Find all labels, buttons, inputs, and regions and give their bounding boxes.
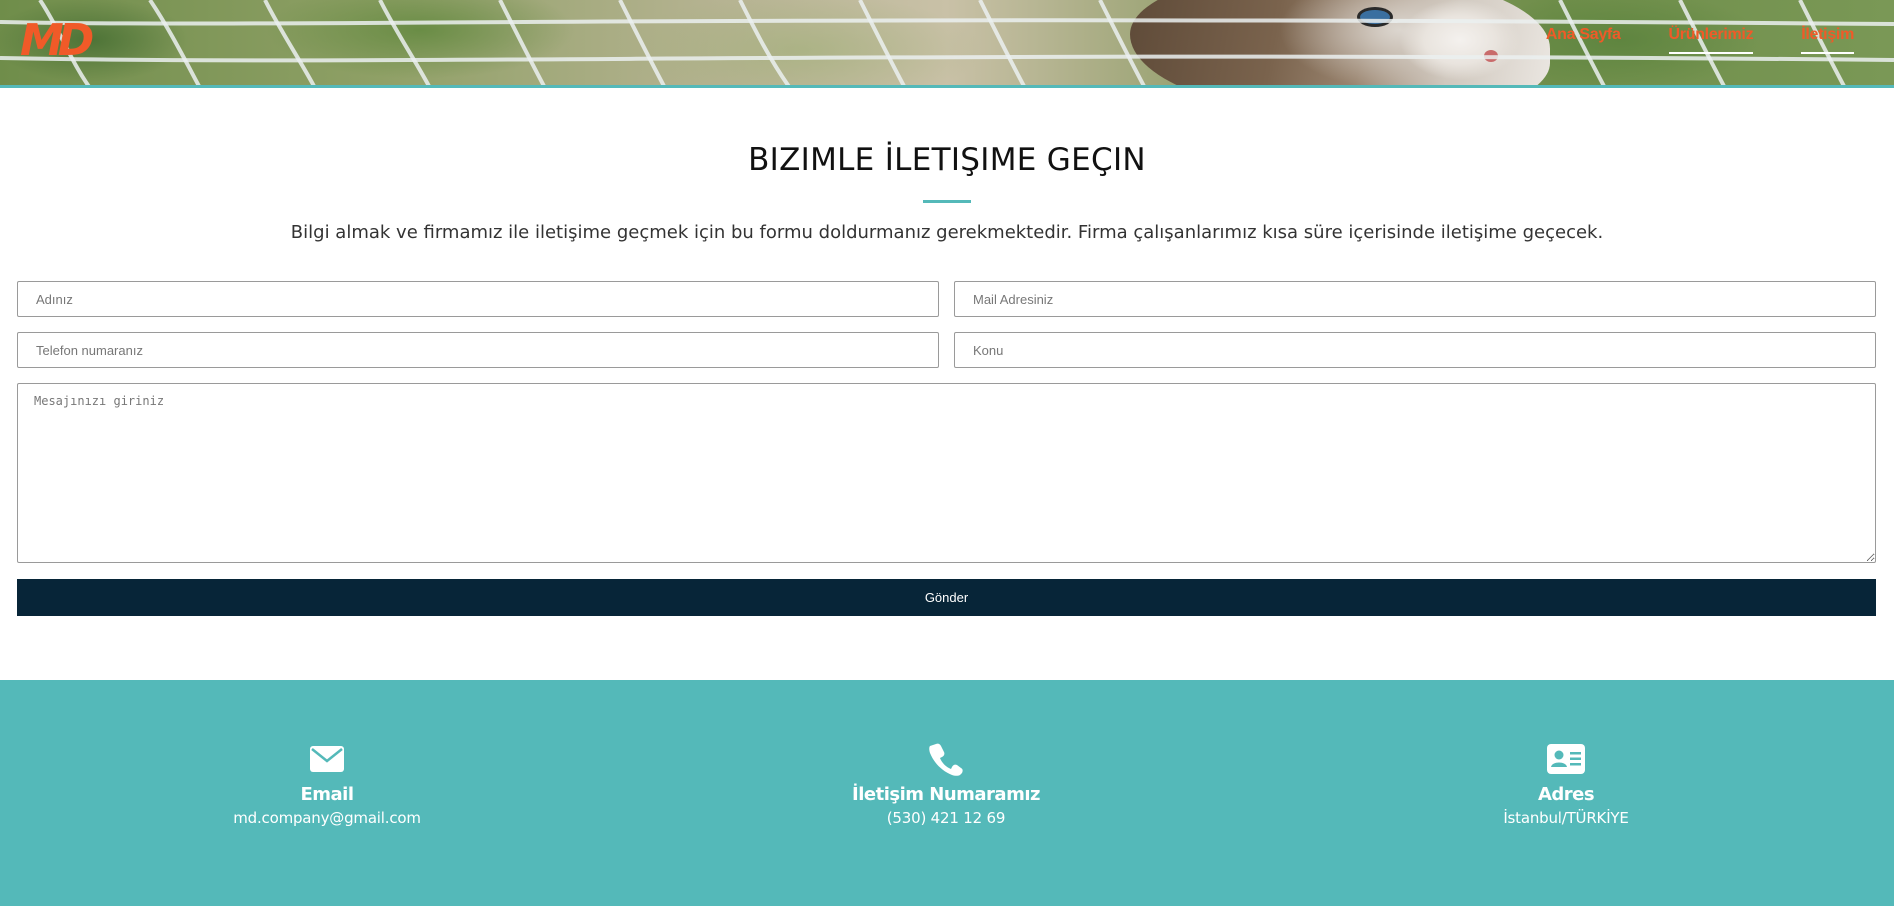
phone-icon — [929, 743, 963, 776]
nav-link-home[interactable]: Ana Sayfa — [1546, 26, 1621, 54]
main-nav: Ana Sayfa Ürünlerimiz İletişim — [1546, 26, 1854, 54]
message-textarea[interactable] — [17, 383, 1876, 563]
phone-title: İletişim Numaramız — [852, 784, 1040, 805]
address-card-icon — [1547, 744, 1585, 774]
md-logo[interactable]: MD — [20, 18, 94, 64]
email-info: Email md.company@gmail.com — [127, 742, 527, 827]
heading-divider — [923, 200, 971, 203]
email-title: Email — [300, 784, 354, 805]
address-info: Adres İstanbul/TÜRKİYE — [1366, 742, 1766, 827]
phone-input[interactable] — [17, 332, 939, 368]
contact-info-section: Email md.company@gmail.com İletişim Numa… — [0, 680, 1894, 906]
phone-info: İletişim Numaramız (530) 421 12 69 — [746, 742, 1146, 827]
envelope-icon — [310, 746, 344, 772]
address-value: İstanbul/TÜRKİYE — [1503, 809, 1629, 827]
mail-input[interactable] — [954, 281, 1876, 317]
contact-intro: Bilgi almak ve firmamız ile iletişime ge… — [290, 222, 1604, 243]
email-value[interactable]: md.company@gmail.com — [127, 809, 527, 827]
header-banner: MD Ana Sayfa Ürünlerimiz İletişim — [0, 0, 1894, 88]
phone-value[interactable]: (530) 421 12 69 — [746, 809, 1146, 827]
contact-heading: BIZIMLE İLETIŞIME GEÇIN — [748, 142, 1146, 178]
address-title: Adres — [1537, 784, 1595, 805]
nav-link-contact[interactable]: İletişim — [1801, 26, 1854, 54]
submit-button[interactable]: Gönder — [17, 579, 1876, 616]
nav-link-products[interactable]: Ürünlerimiz — [1668, 26, 1754, 54]
name-input[interactable] — [17, 281, 939, 317]
subject-input[interactable] — [954, 332, 1876, 368]
